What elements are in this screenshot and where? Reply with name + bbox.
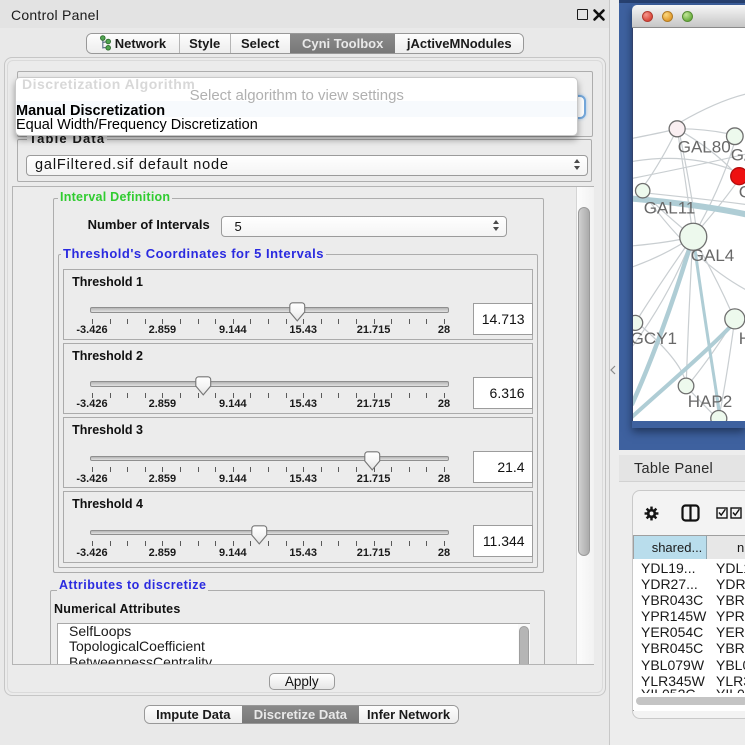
svg-text:GCY1: GCY1 — [633, 328, 677, 347]
svg-text:GAL11: GAL11 — [643, 198, 695, 217]
svg-text:H: H — [738, 328, 745, 347]
svg-text:HAP2: HAP2 — [687, 391, 731, 410]
svg-text:GAL4: GAL4 — [690, 245, 734, 264]
svg-text:GA: GA — [730, 145, 745, 164]
svg-text:GAL80: GAL80 — [677, 137, 730, 156]
svg-text:C: C — [738, 182, 745, 201]
